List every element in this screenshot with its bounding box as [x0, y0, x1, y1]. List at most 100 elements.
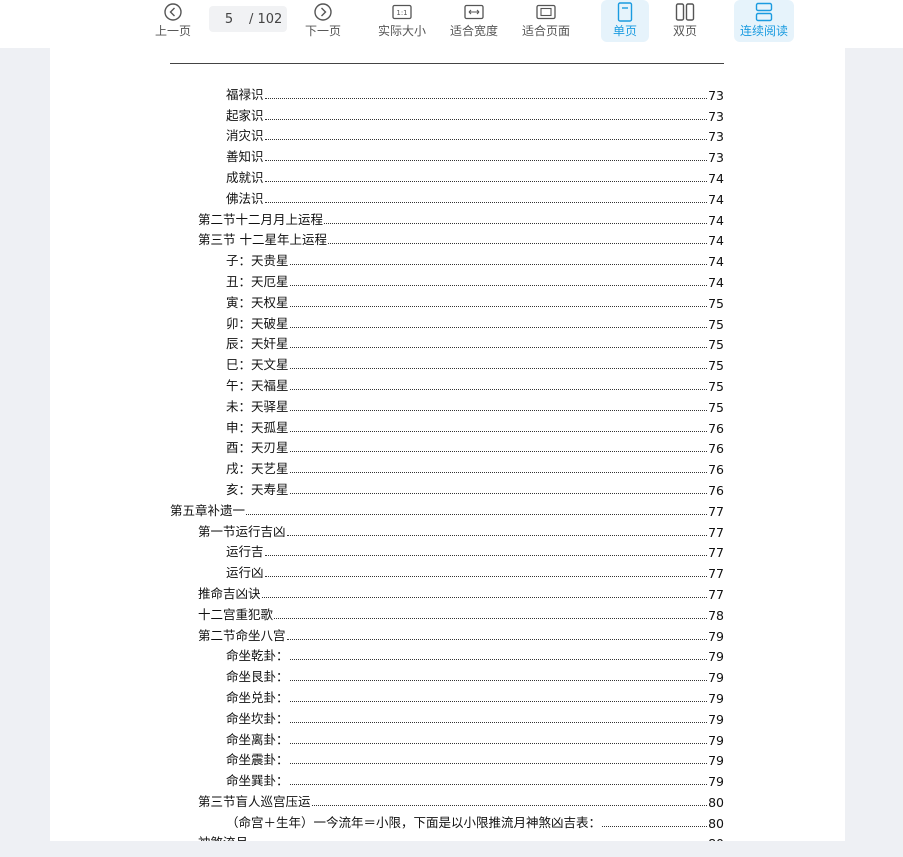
toc-entry-page: 74	[708, 191, 724, 207]
toc-entry[interactable]: 佛法识 74	[170, 186, 724, 207]
toc-entry[interactable]: 午：天福星 75	[170, 373, 724, 394]
toc-entry-page: 79	[708, 649, 724, 665]
toc-leader-dots	[327, 243, 708, 245]
actual-size-button[interactable]: 1:1 实际大小	[374, 0, 430, 44]
toc-entry[interactable]: 卯：天破星 75	[170, 311, 724, 332]
toc-entry-title: 成就识	[226, 169, 264, 185]
toc-leader-dots	[289, 742, 708, 744]
toc-entry-title: 佛法识	[226, 190, 264, 206]
toc-entry-page: 73	[708, 87, 724, 103]
toc-entry-title: 卯：天破星	[226, 315, 289, 331]
page-number-box[interactable]: 5 / 102	[209, 6, 287, 32]
toc-entry-page: 73	[708, 150, 724, 166]
toc-entry[interactable]: 巳：天文星 75	[170, 352, 724, 373]
toc-entry[interactable]: 辰：天奸星 75	[170, 332, 724, 352]
toc-entry-page: 77	[708, 524, 724, 540]
toc-entry-page: 73	[708, 129, 724, 145]
prev-page-button[interactable]: 上一页	[152, 0, 194, 44]
toc-entry-page: 78	[708, 607, 724, 623]
toc-entry[interactable]: 第二节十二月月上运程 74	[170, 207, 724, 228]
toc-leader-dots	[289, 264, 708, 266]
toc-entry-page: 76	[708, 482, 724, 498]
toc-leader-dots	[289, 492, 708, 494]
toc-leader-dots	[264, 160, 708, 162]
document-page: 福禄识 73 起家识 73 消灾识 73 善知识 73 成就识 74 佛法识 74 第二节十二月月上运程…	[50, 48, 845, 857]
toc-entry[interactable]: 命坐乾卦： 79	[170, 644, 724, 665]
toc-entry[interactable]: 亥：天寿星 76	[170, 477, 724, 498]
toc-leader-dots	[289, 763, 708, 765]
fit-page-button[interactable]: 适合页面	[518, 0, 574, 44]
toc-entry-title: 推命吉凶诀	[198, 585, 261, 601]
bottom-gutter	[0, 841, 903, 857]
toc-entry[interactable]: 未：天驿星 75	[170, 394, 724, 415]
toc-entry[interactable]: 第五章补遗一 77	[170, 498, 724, 519]
toc-entry-page: 77	[708, 503, 724, 519]
chevron-right-icon	[313, 1, 333, 23]
toc-entry[interactable]: 十二宫重犯歌 78	[170, 602, 724, 623]
toc-entry-page: 80	[708, 815, 724, 831]
toc-entry[interactable]: 命坐坎卦： 79	[170, 706, 724, 727]
toc-entry[interactable]: 第二节命坐八宫 79	[170, 623, 724, 644]
toc-leader-dots	[289, 659, 708, 661]
double-page-label: 双页	[672, 24, 697, 38]
toc-entry[interactable]: 命坐震卦： 79	[170, 748, 724, 769]
toc-entry[interactable]: 成就识 74	[170, 165, 724, 186]
single-page-button[interactable]: 单页	[601, 0, 649, 44]
toc-entry[interactable]: 第一节运行吉凶 77	[170, 519, 724, 540]
toc-leader-dots	[274, 617, 708, 619]
toc-entry[interactable]: 寅：天权星 75	[170, 290, 724, 311]
toc-entry-page: 79	[708, 670, 724, 686]
toc-entry[interactable]: 善知识 73	[170, 144, 724, 165]
toc-entry-page: 76	[708, 441, 724, 457]
toc-entry[interactable]: 推命吉凶诀 77	[170, 581, 724, 602]
page-number-input[interactable]: 5	[209, 12, 249, 27]
toc-leader-dots	[324, 222, 708, 224]
single-page-icon	[617, 1, 633, 23]
toc-entry-title: 第一节运行吉凶	[198, 523, 286, 539]
toc-entry-title: 戌：天艺星	[226, 461, 289, 477]
toc-entry[interactable]: 运行吉 77	[170, 540, 724, 560]
toc-entry[interactable]: 命坐艮卦： 79	[170, 664, 724, 685]
toc-entry-page: 74	[708, 170, 724, 186]
toc-entry-title: 子：天贵星	[226, 253, 289, 269]
double-page-button[interactable]: 双页	[661, 0, 709, 44]
toc-leader-dots	[264, 118, 708, 120]
chevron-left-icon	[163, 1, 183, 23]
toc-entry-page: 75	[708, 378, 724, 394]
toc-entry[interactable]: 消灾识 73	[170, 124, 724, 145]
toc-entry[interactable]: 申：天孤星 76	[170, 415, 724, 436]
toc-entry-page: 79	[708, 711, 724, 727]
toc-entry[interactable]: 子：天贵星 74	[170, 248, 724, 269]
toc-entry-page: 75	[708, 295, 724, 311]
toc-entry-title: （命宫＋生年）一今流年＝小限，下面是以小限推流月神煞凶吉表：	[226, 814, 602, 830]
toc-leader-dots	[289, 472, 708, 474]
toc-entry[interactable]: 酉：天刃星 76	[170, 436, 724, 457]
toc-entry-page: 79	[708, 753, 724, 769]
toc-entry[interactable]: 命坐巽卦： 79	[170, 768, 724, 789]
next-page-label: 下一页	[304, 24, 341, 38]
toc-leader-dots	[264, 180, 708, 182]
toc-leader-dots	[289, 409, 708, 411]
toc-entry-title: 消灾识	[226, 128, 264, 144]
toc-entry-title: 福禄识	[226, 86, 264, 102]
toc-entry[interactable]: 起家识 73	[170, 103, 724, 124]
toc-entry-title: 命坐乾卦：	[226, 648, 289, 664]
toc-entry[interactable]: 戌：天艺星 76	[170, 456, 724, 477]
toc-entry[interactable]: 命坐兑卦： 79	[170, 685, 724, 706]
continuous-reading-button[interactable]: 连续阅读	[734, 0, 794, 44]
toc-entry-page: 79	[708, 732, 724, 748]
toc-entry[interactable]: 命坐离卦： 79	[170, 727, 724, 748]
toc-entry[interactable]: 丑：天厄星 74	[170, 269, 724, 290]
toc-entry[interactable]: 第三节 十二星年上运程 74	[170, 228, 724, 248]
toc-entry[interactable]: 福禄识 73	[170, 82, 724, 103]
toc-leader-dots	[289, 368, 708, 370]
toc-entry[interactable]: 第三节盲人巡宫压运 80	[170, 789, 724, 810]
fit-width-icon	[464, 1, 484, 23]
toc-entry-page: 79	[708, 774, 724, 790]
toc-leader-dots	[289, 451, 708, 453]
next-page-button[interactable]: 下一页	[302, 0, 344, 44]
toc-entry[interactable]: （命宫＋生年）一今流年＝小限，下面是以小限推流月神煞凶吉表： 80	[170, 810, 724, 831]
toc-entry[interactable]: 运行凶 77	[170, 560, 724, 581]
toc-entry-page: 73	[708, 108, 724, 124]
fit-width-button[interactable]: 适合宽度	[446, 0, 502, 44]
